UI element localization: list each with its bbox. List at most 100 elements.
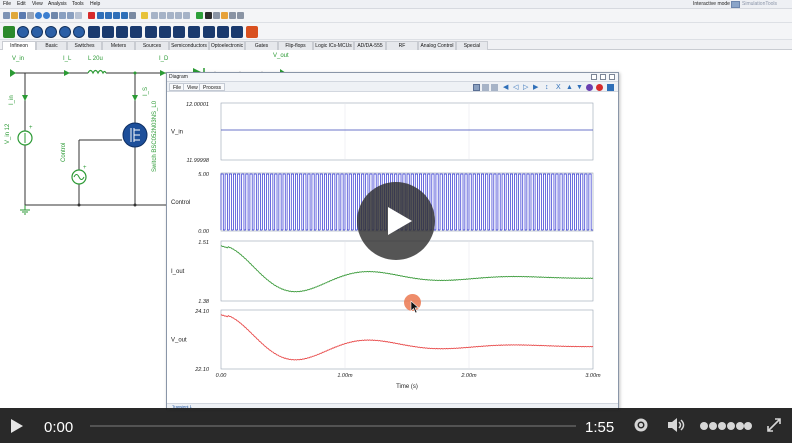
component-icon-10[interactable] — [130, 26, 142, 38]
minimize-button[interactable] — [591, 74, 597, 80]
menu-view[interactable]: View — [30, 1, 45, 8]
wire-icon[interactable] — [205, 12, 212, 19]
save-icon[interactable] — [19, 12, 26, 19]
component-icon-7[interactable] — [88, 26, 100, 38]
find-icon[interactable] — [141, 12, 148, 19]
mode-toggle-button[interactable] — [731, 1, 740, 8]
tab-logic-ics[interactable]: Logic ICs-MCUs — [313, 41, 354, 50]
tab-gates[interactable]: Gates — [245, 41, 278, 50]
component-icon-6[interactable] — [73, 26, 85, 38]
component-icon-18[interactable] — [246, 26, 258, 38]
new-icon[interactable] — [3, 12, 10, 19]
player-play-button[interactable] — [11, 419, 23, 433]
tab-meters[interactable]: Meters — [102, 41, 135, 50]
volume-icon[interactable] — [667, 417, 685, 433]
arrow-left-small-icon[interactable]: ◁ — [513, 84, 520, 91]
mirror-icon[interactable] — [121, 12, 128, 19]
menu-help[interactable]: Help — [88, 1, 102, 8]
tab-special[interactable]: Special — [456, 41, 488, 50]
tab-optoelectronic[interactable]: Optoelectronic — [209, 41, 245, 50]
diagram-menu-process[interactable]: Process — [199, 83, 226, 91]
text-icon[interactable] — [213, 12, 220, 19]
tab-semiconductors[interactable]: Semiconductors — [169, 41, 209, 50]
component-icon-14[interactable] — [188, 26, 200, 38]
settings-icon[interactable] — [607, 84, 614, 91]
maximize-button[interactable] — [600, 74, 606, 80]
paste-icon[interactable] — [67, 12, 74, 19]
label-v-in-source: V_in 12 — [5, 123, 11, 144]
pan-icon[interactable] — [183, 12, 190, 19]
more-dropdown-icon[interactable] — [237, 12, 244, 19]
component-icon-16[interactable] — [217, 26, 229, 38]
component-icon-9[interactable] — [116, 26, 128, 38]
tab-switches[interactable]: Switches — [67, 41, 102, 50]
menu-tools[interactable]: Tools — [70, 1, 86, 8]
fullscreen-icon[interactable] — [766, 417, 782, 433]
zoom-window-icon[interactable] — [167, 12, 174, 19]
component-icon-3[interactable] — [31, 26, 43, 38]
volume-level-3[interactable] — [718, 422, 726, 430]
progress-bar[interactable] — [90, 425, 576, 427]
zoom-in-icon[interactable] — [151, 12, 158, 19]
pin-icon[interactable] — [596, 84, 603, 91]
volume-level-6[interactable] — [744, 422, 752, 430]
tab-basic[interactable]: Basic — [36, 41, 67, 50]
menu-analysis[interactable]: Analysis — [46, 1, 69, 8]
component-icon-13[interactable] — [173, 26, 185, 38]
arrow-right-icon[interactable]: ▶ — [533, 84, 540, 91]
component-icon-15[interactable] — [203, 26, 215, 38]
open-icon[interactable] — [11, 12, 18, 19]
delete-icon[interactable] — [88, 12, 95, 19]
menu-file[interactable]: File — [1, 1, 13, 8]
volume-level-2[interactable] — [709, 422, 717, 430]
zoom-out-icon[interactable] — [491, 84, 498, 91]
add-component-icon[interactable] — [196, 12, 203, 19]
component-icon-4[interactable] — [45, 26, 57, 38]
tab-rf[interactable]: RF — [386, 41, 418, 50]
tab-analog-control[interactable]: Analog Control — [418, 41, 456, 50]
play-overlay-button[interactable] — [357, 182, 435, 260]
diagram-titlebar[interactable]: Diagram — [167, 73, 618, 82]
x-icon[interactable]: X — [556, 84, 563, 91]
arrow-right-small-icon[interactable]: ▷ — [523, 84, 530, 91]
up-arrow-icon[interactable]: ▲ — [566, 84, 573, 91]
undo-icon[interactable] — [35, 12, 42, 19]
marker-icon[interactable] — [586, 84, 593, 91]
probe-icon[interactable] — [221, 12, 228, 19]
component-icon-8[interactable] — [102, 26, 114, 38]
grid-icon[interactable] — [129, 12, 136, 19]
close-button[interactable] — [609, 74, 615, 80]
redo-icon[interactable] — [43, 12, 50, 19]
copy-icon[interactable] — [59, 12, 66, 19]
component-icon-11[interactable] — [145, 26, 157, 38]
tab-sources[interactable]: Sources — [135, 41, 169, 50]
arrow-left-icon[interactable]: ◀ — [503, 84, 510, 91]
select-icon[interactable] — [75, 12, 82, 19]
volume-level-1[interactable] — [700, 422, 708, 430]
volume-level-5[interactable] — [736, 422, 744, 430]
zoom-rect-icon[interactable] — [473, 84, 480, 91]
volume-level-4[interactable] — [727, 422, 735, 430]
zoom-out-icon[interactable] — [159, 12, 166, 19]
properties-icon[interactable] — [229, 12, 236, 19]
cut-icon[interactable] — [51, 12, 58, 19]
tab-infineon[interactable]: Infineon — [2, 41, 36, 50]
tab-ad-da[interactable]: AD/DA-555 — [354, 41, 386, 50]
zoom-in-icon[interactable] — [482, 84, 489, 91]
rotate-right-icon[interactable] — [105, 12, 112, 19]
zoom-fit-icon[interactable] — [175, 12, 182, 19]
cursor-icon[interactable]: ↕ — [545, 84, 552, 91]
down-arrow-icon[interactable]: ▼ — [576, 84, 583, 91]
xtick-2: 2.00m — [460, 373, 477, 379]
component-icon-1[interactable] — [3, 26, 15, 38]
flip-icon[interactable] — [113, 12, 120, 19]
menu-edit[interactable]: Edit — [15, 1, 28, 8]
component-icon-5[interactable] — [59, 26, 71, 38]
component-icon-17[interactable] — [231, 26, 243, 38]
component-icon-12[interactable] — [159, 26, 171, 38]
print-icon[interactable] — [27, 12, 34, 19]
tab-flip-flops[interactable]: Flip-flops — [278, 41, 313, 50]
rotate-left-icon[interactable] — [97, 12, 104, 19]
component-icon-2[interactable] — [17, 26, 29, 38]
settings-gear-icon[interactable] — [633, 417, 649, 433]
